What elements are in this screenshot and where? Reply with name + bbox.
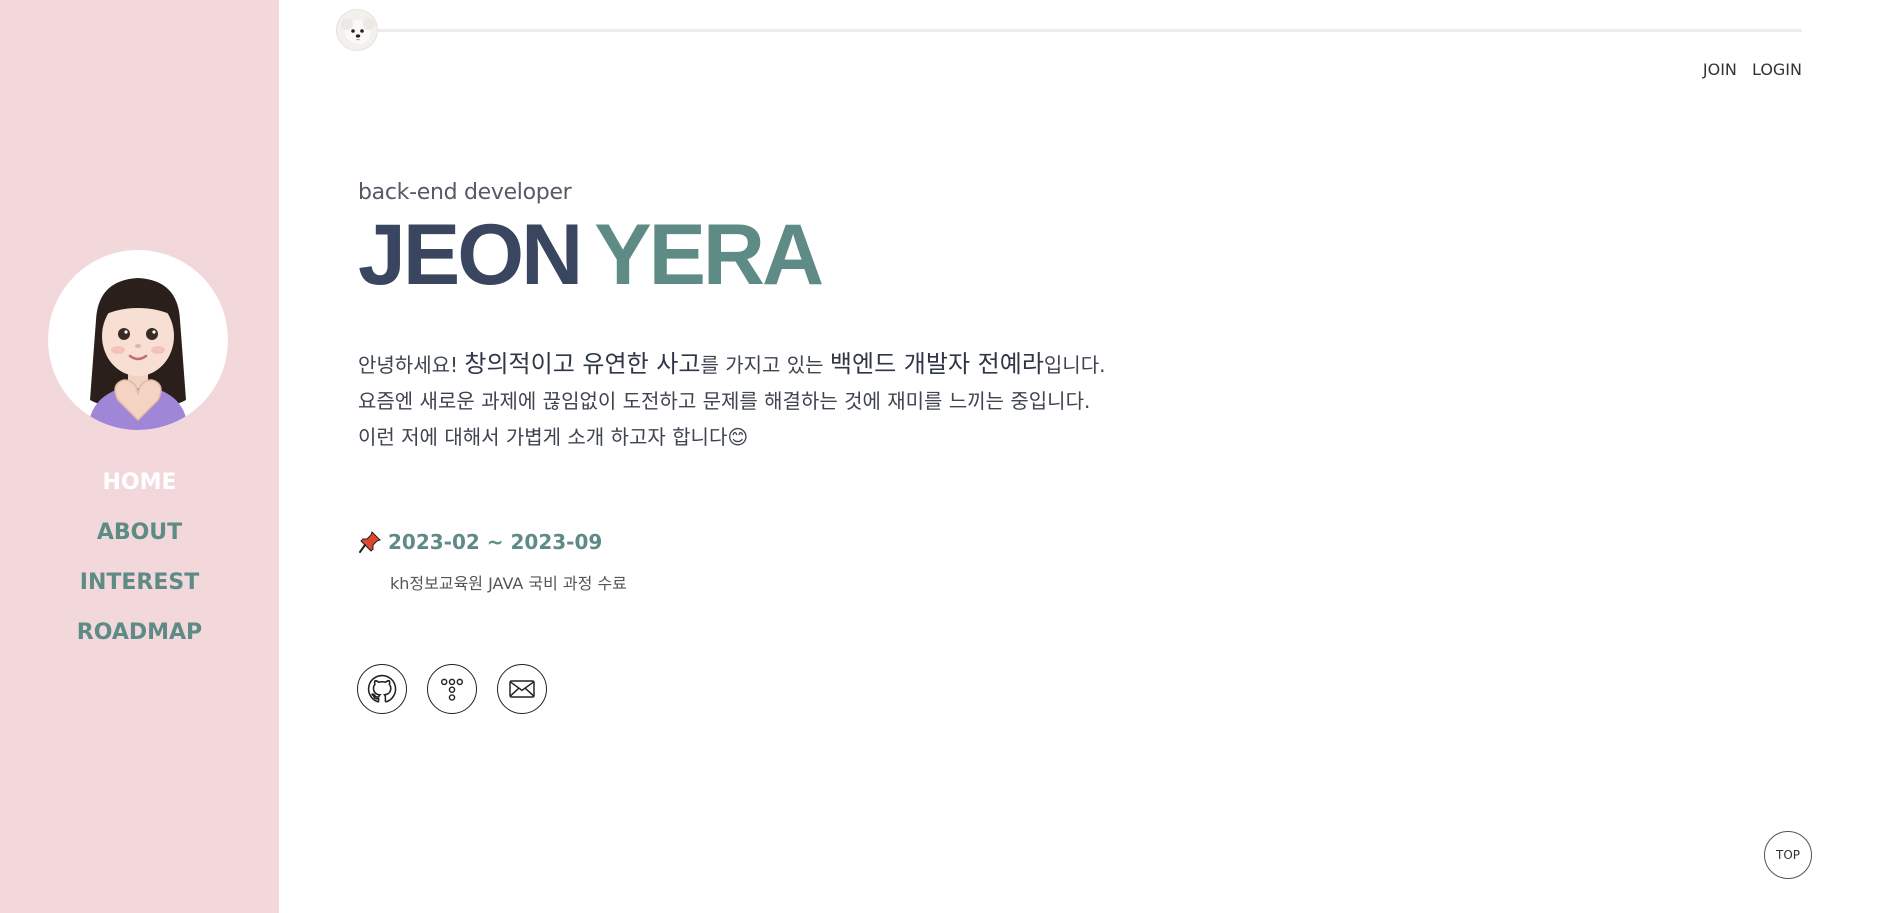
history-section: 2023-02 ~ 2023-09 kh정보교육원 JAVA 국비 과정 수료 — [358, 530, 627, 594]
history-period: 2023-02 ~ 2023-09 — [358, 530, 627, 554]
mail-icon — [509, 680, 535, 698]
nav-interest-link[interactable]: INTEREST — [0, 558, 279, 608]
history-period-text: 2023-02 ~ 2023-09 — [388, 530, 603, 554]
github-link[interactable] — [357, 664, 407, 714]
intro-line-3: 이런 저에 대해서 가볍게 소개 하고자 합니다😊 — [358, 425, 749, 449]
intro-highlight-1: 창의적이고 유연한 사고 — [464, 350, 701, 378]
github-icon — [367, 674, 397, 703]
memoji-avatar-illustration — [88, 278, 188, 430]
profile-avatar — [48, 250, 228, 430]
hero-name: JEON YERA — [358, 207, 824, 303]
nav-home-link[interactable]: HOME — [0, 458, 279, 508]
tistory-icon — [440, 678, 464, 701]
intro-line-1: 안녕하세요! 창의적이고 유연한 사고를 가지고 있는 백엔드 개발자 전예라입… — [358, 346, 1105, 383]
nav-roadmap-link[interactable]: ROADMAP — [0, 608, 279, 658]
nav-about-link[interactable]: ABOUT — [0, 508, 279, 558]
dog-avatar-icon[interactable] — [336, 9, 378, 51]
name-first: JEON — [358, 207, 583, 303]
intro-greeting: 안녕하세요! — [358, 353, 465, 377]
pushpin-icon — [359, 531, 381, 553]
intro-line-2: 요즘엔 새로운 과제에 끊임없이 도전하고 문제를 해결하는 것에 재미를 느끼… — [358, 389, 1091, 413]
intro-connector: 를 가지고 있는 — [700, 353, 830, 377]
social-links — [357, 664, 547, 714]
mail-link[interactable] — [497, 664, 547, 714]
role-subtitle: back-end developer — [358, 180, 572, 205]
join-link[interactable]: JOIN — [1703, 60, 1737, 79]
tistory-link[interactable] — [427, 664, 477, 714]
progress-line — [360, 29, 1802, 32]
sidebar: HOME ABOUT INTEREST ROADMAP — [0, 0, 279, 913]
intro-ending: 입니다. — [1043, 353, 1106, 377]
intro-highlight-2: 백엔드 개발자 전예라 — [829, 350, 1044, 378]
scroll-top-button[interactable]: TOP — [1764, 831, 1812, 879]
auth-links: JOIN LOGIN — [1693, 60, 1802, 79]
history-detail: kh정보교육원 JAVA 국비 과정 수료 — [390, 574, 627, 593]
name-last: YERA — [594, 207, 824, 303]
sidebar-nav: HOME ABOUT INTEREST ROADMAP — [0, 458, 279, 658]
login-link[interactable]: LOGIN — [1752, 60, 1802, 79]
intro-text: 안녕하세요! 창의적이고 유연한 사고를 가지고 있는 백엔드 개발자 전예라입… — [358, 346, 1105, 455]
hero-section: back-end developer JEON YERA — [358, 180, 824, 303]
